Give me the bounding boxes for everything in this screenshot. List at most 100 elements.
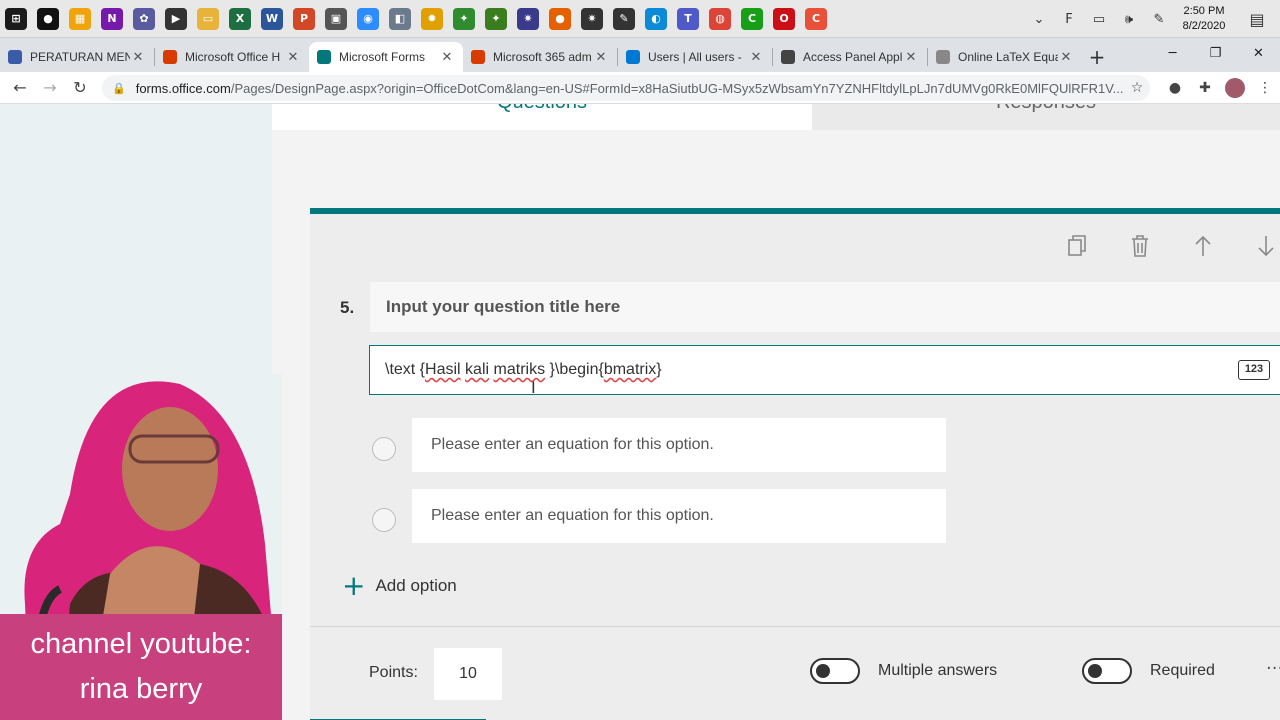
extensions-puzzle-icon[interactable]: ✚	[1190, 72, 1220, 104]
browser-tab[interactable]: Users | All users - ✕	[618, 42, 772, 72]
pkg2-icon-glyph: ✦	[485, 7, 507, 30]
chrome-icon[interactable]: ◍	[704, 0, 736, 38]
move-down-icon[interactable]	[1252, 232, 1280, 260]
pen-tool-icon[interactable]: ✎	[608, 0, 640, 38]
paint-icon[interactable]: ✿	[128, 0, 160, 38]
browser-tab[interactable]: PERATURAN MEN ✕	[0, 42, 154, 72]
tab-close-icon[interactable]: ✕	[1058, 50, 1074, 65]
volume-icon[interactable]: 🕪	[1114, 0, 1144, 38]
powerpoint-icon-glyph: P	[293, 7, 315, 30]
tab-questions[interactable]: Questions	[272, 104, 812, 130]
eq-part-misspelled: kali	[465, 361, 490, 378]
teams-icon[interactable]: T	[672, 0, 704, 38]
taskbar-app-icons: ⊞ ● ▦ N ✿ ▶ ▭ X W P ▣ ◉ ◧ ✹ ✦ ✦ ✷ ● ✷ ✎ ◐ T ◍ C O C	[0, 0, 832, 38]
firefox-icon-glyph: ●	[549, 7, 571, 30]
tab-close-icon[interactable]: ✕	[748, 50, 764, 65]
clock-time: 2:50 PM	[1183, 5, 1225, 17]
excel-icon[interactable]: X	[224, 0, 256, 38]
recorder-icon[interactable]: C	[800, 0, 832, 38]
tab-close-icon[interactable]: ✕	[285, 50, 301, 65]
settings-cog-icon[interactable]: ✷	[512, 0, 544, 38]
video-editor-icon[interactable]: ▶	[160, 0, 192, 38]
opera-icon[interactable]: O	[768, 0, 800, 38]
tab-close-icon[interactable]: ✕	[130, 50, 146, 65]
multiple-answers-toggle[interactable]	[810, 658, 860, 684]
notifications-icon[interactable]: ▤	[1234, 0, 1280, 38]
math-keypad-button[interactable]: 123	[1238, 360, 1270, 380]
option-radio-1[interactable]	[372, 437, 396, 461]
firefox-icon[interactable]: ●	[544, 0, 576, 38]
add-option-button[interactable]: + Add option	[342, 572, 457, 600]
plus-icon: +	[342, 569, 366, 602]
pkg2-icon[interactable]: ✦	[480, 0, 512, 38]
paint-icon-glyph: ✿	[133, 7, 155, 30]
delete-question-icon[interactable]	[1126, 232, 1154, 260]
tab-title: Microsoft Forms	[339, 50, 426, 64]
option-radio-2[interactable]	[372, 508, 396, 532]
bookmark-star-icon[interactable]: ☆	[1122, 72, 1152, 104]
store-icon[interactable]: ▦	[64, 0, 96, 38]
pen-icon[interactable]: ✎	[1144, 0, 1174, 38]
more-options-icon[interactable]: ···	[1266, 658, 1280, 679]
eq-part: }	[656, 361, 662, 378]
back-button[interactable]: ←	[5, 72, 35, 104]
address-bar[interactable]: 🔒 forms.office.com/Pages/DesignPage.aspx…	[102, 75, 1150, 101]
extension-circle-icon[interactable]: ●	[1160, 72, 1190, 104]
maps-icon[interactable]: ●	[32, 0, 64, 38]
eq-part-misspelled: matriks	[493, 361, 546, 378]
tab-favicon-icon	[317, 50, 331, 64]
powerpoint-icon[interactable]: P	[288, 0, 320, 38]
tray-chevron-icon[interactable]: ⌄	[1024, 0, 1054, 38]
move-up-icon[interactable]	[1189, 232, 1217, 260]
browser-tab[interactable]: Microsoft Forms ✕	[309, 42, 463, 72]
tray-app-icon[interactable]: F	[1054, 0, 1084, 38]
camtasia-icon[interactable]: C	[736, 0, 768, 38]
browser-menu-icon[interactable]: ⋮	[1250, 72, 1280, 104]
gear-app-icon[interactable]: ✷	[576, 0, 608, 38]
required-toggle[interactable]	[1082, 658, 1132, 684]
file-explorer-icon[interactable]: ▭	[192, 0, 224, 38]
camtasia-icon-glyph: C	[741, 7, 763, 30]
text-cursor-icon: I	[531, 378, 536, 397]
minimize-button[interactable]: ─	[1151, 38, 1194, 68]
new-tab-button[interactable]: +	[1082, 42, 1112, 72]
question-number: 5.	[340, 298, 355, 317]
pkg-icon[interactable]: ✦	[448, 0, 480, 38]
browser-tab[interactable]: Microsoft 365 adm ✕	[463, 42, 617, 72]
browser-tab[interactable]: Online LaTeX Equa ✕	[928, 42, 1082, 72]
tab-close-icon[interactable]: ✕	[903, 50, 919, 65]
pen-tool-icon-glyph: ✎	[613, 7, 635, 30]
battery-icon[interactable]: ▭	[1084, 0, 1114, 38]
required-label: Required	[1150, 662, 1215, 679]
lock-icon[interactable]: 🔒	[112, 82, 126, 95]
opera-icon-glyph: O	[773, 7, 795, 30]
edge-icon[interactable]: ◐	[640, 0, 672, 38]
forward-button[interactable]: →	[35, 72, 65, 104]
question-title-input[interactable]: Input your question title here	[370, 282, 1280, 332]
close-window-button[interactable]: ✕	[1237, 38, 1280, 68]
restore-button[interactable]: ❐	[1194, 38, 1237, 68]
equation-input[interactable]: \text {Hasil kali matriks }\begin{bmatri…	[369, 345, 1280, 395]
option-2-input[interactable]: Please enter an equation for this option…	[412, 489, 946, 543]
forms-editor: Questions Responses 5. Input your questi…	[272, 104, 1280, 720]
reload-button[interactable]: ↻	[65, 72, 95, 104]
copy-question-icon[interactable]	[1064, 232, 1092, 260]
browser-tab[interactable]: Access Panel Appl ✕	[773, 42, 927, 72]
zoom-icon[interactable]: ◉	[352, 0, 384, 38]
tab-close-icon[interactable]: ✕	[439, 50, 455, 65]
tab-title: Access Panel Appl	[803, 50, 903, 64]
browser-tab-strip: PERATURAN MEN ✕ Microsoft Office H ✕ Microso…	[0, 38, 1280, 72]
tab-responses[interactable]: Responses	[812, 104, 1280, 130]
photos-icon[interactable]: ◧	[384, 0, 416, 38]
browser-tab[interactable]: Microsoft Office H ✕	[155, 42, 309, 72]
calendar-icon[interactable]: ▣	[320, 0, 352, 38]
app-yellow-icon[interactable]: ✹	[416, 0, 448, 38]
tab-close-icon[interactable]: ✕	[593, 50, 609, 65]
taskbar-clock[interactable]: 2:50 PM 8/2/2020	[1174, 4, 1234, 34]
onenote-icon[interactable]: N	[96, 0, 128, 38]
points-input[interactable]: 10	[434, 648, 502, 700]
option-1-input[interactable]: Please enter an equation for this option…	[412, 418, 946, 472]
profile-avatar[interactable]	[1220, 72, 1250, 104]
windows-start-icon[interactable]: ⊞	[0, 0, 32, 38]
word-icon[interactable]: W	[256, 0, 288, 38]
